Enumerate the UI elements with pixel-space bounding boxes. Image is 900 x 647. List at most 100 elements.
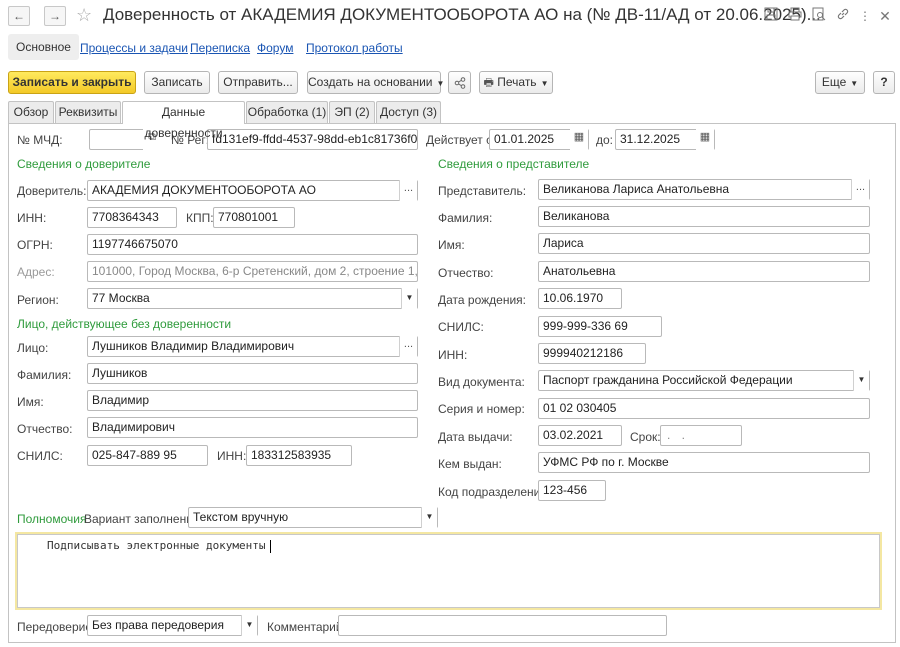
rep-doc-type-field[interactable]: Паспорт гражданина Российской Федерации	[538, 370, 870, 391]
principal-kpp-label: КПП:	[186, 211, 214, 225]
person-snils-field[interactable]: 025-847-889 95	[87, 445, 208, 466]
share-button[interactable]	[448, 71, 471, 94]
tab-requisites[interactable]: Реквизиты	[55, 101, 121, 123]
principal-region-field[interactable]: 77 Москва	[87, 288, 418, 309]
nav-log[interactable]: Протокол работы	[306, 41, 403, 55]
person-section-title: Лицо, действующее без доверенности	[17, 317, 232, 331]
person-middle-field[interactable]: Владимирович	[87, 417, 418, 438]
fill-variant-field[interactable]: Текстом вручную	[188, 507, 438, 528]
printer-icon: 🖶	[483, 77, 494, 89]
tab-poa-data[interactable]: Данные доверенности	[122, 101, 245, 140]
save-icon[interactable]	[762, 7, 780, 25]
rep-dept-code-field[interactable]: 123-456	[538, 480, 606, 501]
rep-birth-label: Дата рождения:	[438, 293, 526, 307]
window-title: Доверенность от АКАДЕМИЯ ДОКУМЕНТООБОРОТ…	[103, 5, 821, 24]
rep-series-field[interactable]: 01 02 030405	[538, 398, 870, 419]
rep-first-field[interactable]: Лариса	[538, 233, 870, 254]
tab-signatures[interactable]: ЭП (2)	[329, 101, 375, 123]
help-button[interactable]: ?	[873, 71, 895, 94]
principal-field[interactable]: АКАДЕМИЯ ДОКУМЕНТООБОРОТА АО	[87, 180, 418, 201]
share-icon	[454, 77, 465, 89]
comment-label: Комментарий:	[267, 620, 346, 634]
rep-birth-field[interactable]: 10.06.1970	[538, 288, 622, 309]
tab-processing[interactable]: Обработка (1)	[246, 101, 328, 123]
rep-snils-field[interactable]: 999-999-336 69	[538, 316, 662, 337]
rep-term-field[interactable]: . .	[660, 425, 742, 446]
chevron-down-icon[interactable]: ▼	[853, 370, 869, 391]
principal-address-field: 101000, Город Москва, 6-р Сретенский, до…	[87, 261, 418, 282]
rep-middle-label: Отчество:	[438, 266, 494, 280]
save-button[interactable]: Записать	[144, 71, 210, 94]
calendar-icon[interactable]: ▦	[696, 129, 714, 150]
link-icon[interactable]	[834, 7, 852, 25]
person-first-label: Имя:	[17, 395, 44, 409]
powers-section-title: Полномочия	[17, 512, 87, 526]
nav-main[interactable]: Основное	[8, 34, 79, 60]
rep-last-field[interactable]: Великанова	[538, 206, 870, 227]
chevron-down-icon: ▼	[540, 79, 549, 88]
rep-inn-field[interactable]: 999940212186	[538, 343, 646, 364]
more-menu-icon[interactable]: ⋮	[856, 7, 874, 25]
person-middle-label: Отчество:	[17, 422, 73, 436]
printer-icon[interactable]	[786, 7, 804, 25]
rep-first-label: Имя:	[438, 238, 465, 252]
select-icon[interactable]: ...	[851, 179, 869, 200]
person-field[interactable]: Лушников Владимир Владимирович	[87, 336, 418, 357]
arrow-left-icon: ←	[13, 9, 25, 23]
nav-correspondence[interactable]: Переписка	[190, 41, 250, 55]
forward-button[interactable]: →	[44, 6, 66, 26]
chevron-down-icon[interactable]: ▼	[401, 288, 417, 309]
tab-overview[interactable]: Обзор	[8, 101, 54, 123]
rep-issue-date-field[interactable]: 03.02.2021	[538, 425, 622, 446]
nav-processes[interactable]: Процессы и задачи	[80, 41, 188, 55]
chevron-down-icon[interactable]: ▼	[241, 615, 257, 636]
save-and-close-button[interactable]: Записать и закрыть	[8, 71, 136, 94]
rep-inn-label: ИНН:	[438, 348, 468, 362]
create-based-button[interactable]: Создать на основании ▼	[307, 71, 444, 94]
back-button[interactable]: ←	[8, 6, 30, 26]
principal-ogrn-field[interactable]: 1197746675070	[87, 234, 418, 255]
person-snils-label: СНИЛС:	[17, 449, 63, 463]
comment-field[interactable]	[338, 615, 667, 636]
principal-section-title: Сведения о доверителе	[17, 157, 151, 171]
close-icon[interactable]: ✕	[876, 7, 894, 25]
rep-label: Представитель:	[438, 184, 527, 198]
tab-access[interactable]: Доступ (3)	[376, 101, 441, 123]
rep-issued-by-field[interactable]: УФМС РФ по г. Москве	[538, 452, 870, 473]
calendar-icon[interactable]: ▦	[570, 129, 588, 150]
rep-last-label: Фамилия:	[438, 211, 493, 225]
star-icon[interactable]: ☆	[76, 5, 92, 26]
rep-dept-code-label: Код подразделения:	[438, 485, 551, 499]
nav-forum[interactable]: Форум	[257, 41, 293, 55]
reg-field[interactable]: fd131ef9-ffdd-4537-98dd-eb1c81736f0f	[207, 129, 418, 150]
more-button[interactable]: Еще ▼	[815, 71, 865, 94]
delegation-field[interactable]: Без права передоверия	[87, 615, 258, 636]
person-last-field[interactable]: Лушников	[87, 363, 418, 384]
principal-kpp-field[interactable]: 770801001	[213, 207, 295, 228]
send-button[interactable]: Отправить...	[218, 71, 298, 94]
person-label: Лицо:	[17, 341, 49, 355]
rep-snils-label: СНИЛС:	[438, 320, 484, 334]
delegation-label: Передоверие:	[17, 620, 96, 634]
principal-inn-field[interactable]: 7708364343	[87, 207, 177, 228]
person-inn-label: ИНН:	[217, 449, 247, 463]
powers-textarea[interactable]: Подписывать электронные документы	[15, 532, 882, 610]
rep-issue-date-label: Дата выдачи:	[438, 430, 513, 444]
preview-icon[interactable]	[810, 7, 828, 25]
valid-from-label: Действует с:	[426, 133, 496, 147]
fill-variant-label: Вариант заполнения:	[84, 512, 203, 526]
principal-label: Доверитель:	[17, 184, 87, 198]
arrow-right-icon: →	[49, 9, 61, 23]
chevron-down-icon[interactable]: ▼	[421, 507, 437, 528]
rep-field[interactable]: Великанова Лариса Анатольевна	[538, 179, 870, 200]
select-icon[interactable]: ...	[399, 180, 417, 201]
select-icon[interactable]: ...	[399, 336, 417, 357]
rep-middle-field[interactable]: Анатольевна	[538, 261, 870, 282]
print-button[interactable]: 🖶 Печать ▼	[479, 71, 553, 94]
rep-series-label: Серия и номер:	[438, 402, 525, 416]
person-first-field[interactable]: Владимир	[87, 390, 418, 411]
rep-term-label: Срок:	[630, 430, 661, 444]
person-last-label: Фамилия:	[17, 368, 72, 382]
person-inn-field[interactable]: 183312583935	[246, 445, 352, 466]
representative-section-title: Сведения о представителе	[438, 157, 590, 171]
